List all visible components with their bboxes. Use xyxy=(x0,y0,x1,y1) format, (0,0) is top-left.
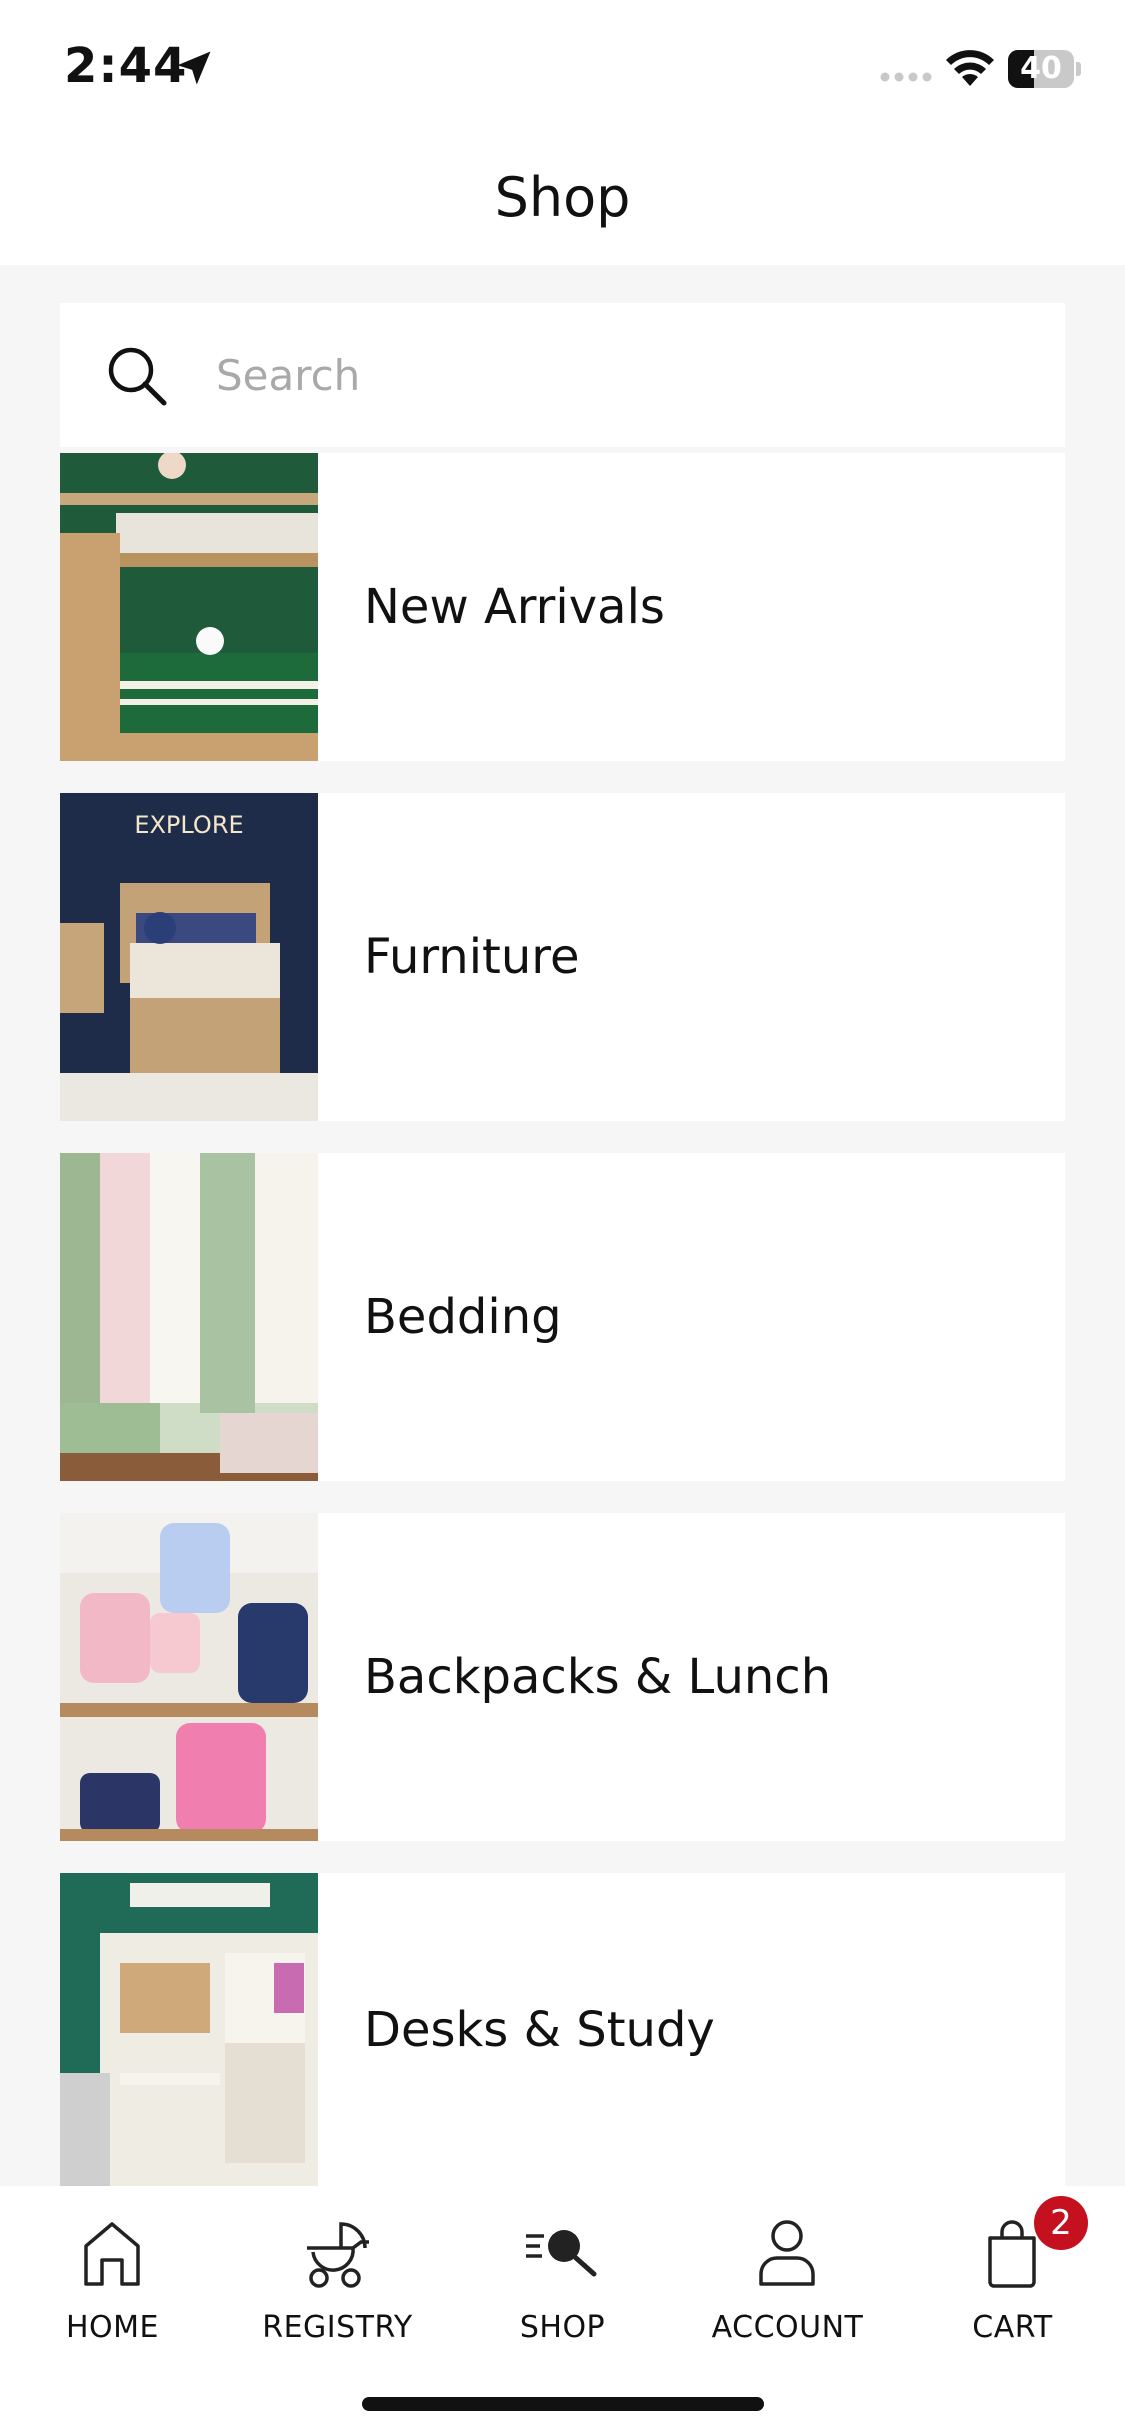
tab-shop[interactable]: SHOP xyxy=(450,2206,675,2356)
svg-text:EXPLORE: EXPLORE xyxy=(134,811,243,839)
category-furniture[interactable]: EXPLORE Furniture xyxy=(60,793,1065,1121)
wifi-icon xyxy=(946,50,994,86)
battery-level: 40 xyxy=(1020,51,1062,86)
tab-label: SHOP xyxy=(519,2310,606,2345)
location-arrow-icon xyxy=(177,51,211,85)
backpacks-and-lunch-boxes-photo xyxy=(60,1513,318,1841)
tab-label: CART xyxy=(972,2310,1053,2345)
header: Shop xyxy=(0,130,1125,265)
status-time: 2:44 xyxy=(64,38,188,94)
search-icon xyxy=(108,347,167,406)
category-backpacks-lunch[interactable]: Backpacks & Lunch xyxy=(60,1513,1065,1841)
category-label: Backpacks & Lunch xyxy=(364,1649,832,1705)
bunk-bed-room-photo xyxy=(60,453,318,761)
tab-home[interactable]: HOME xyxy=(0,2206,225,2356)
desk-and-hutch-photo xyxy=(60,1873,318,2186)
tab-account[interactable]: ACCOUNT xyxy=(675,2206,900,2356)
quilts-and-sheets-photo xyxy=(60,1153,318,1481)
home-icon xyxy=(84,2222,140,2286)
tab-registry[interactable]: REGISTRY xyxy=(225,2206,450,2356)
category-label: New Arrivals xyxy=(364,579,665,635)
status-bar: 2:44 40 xyxy=(0,0,1125,130)
page-title: Shop xyxy=(494,166,631,229)
category-desks-study[interactable]: Desks & Study xyxy=(60,1873,1065,2186)
stroller-icon xyxy=(307,2222,369,2288)
category-label: Desks & Study xyxy=(364,2001,715,2058)
shop-search-icon xyxy=(526,2230,597,2277)
tab-label: REGISTRY xyxy=(262,2310,413,2345)
category-new-arrivals[interactable]: New Arrivals xyxy=(60,453,1065,761)
tab-cart[interactable]: CART xyxy=(900,2206,1125,2356)
home-indicator xyxy=(362,2397,764,2411)
search-bar[interactable] xyxy=(60,303,1065,447)
search-input[interactable] xyxy=(216,343,1016,407)
category-bedding[interactable]: Bedding xyxy=(60,1153,1065,1481)
cellular-signal-icon xyxy=(880,72,932,82)
person-icon xyxy=(759,2220,815,2286)
twin-bed-explore-sign-photo: EXPLORE xyxy=(60,793,318,1121)
category-label: Bedding xyxy=(364,1289,562,1345)
tab-label: ACCOUNT xyxy=(711,2310,864,2345)
cart-count-badge: 2 xyxy=(1034,2196,1088,2250)
battery-icon: 40 xyxy=(1008,50,1081,88)
tab-label: HOME xyxy=(65,2310,159,2345)
category-label: Furniture xyxy=(364,929,580,985)
